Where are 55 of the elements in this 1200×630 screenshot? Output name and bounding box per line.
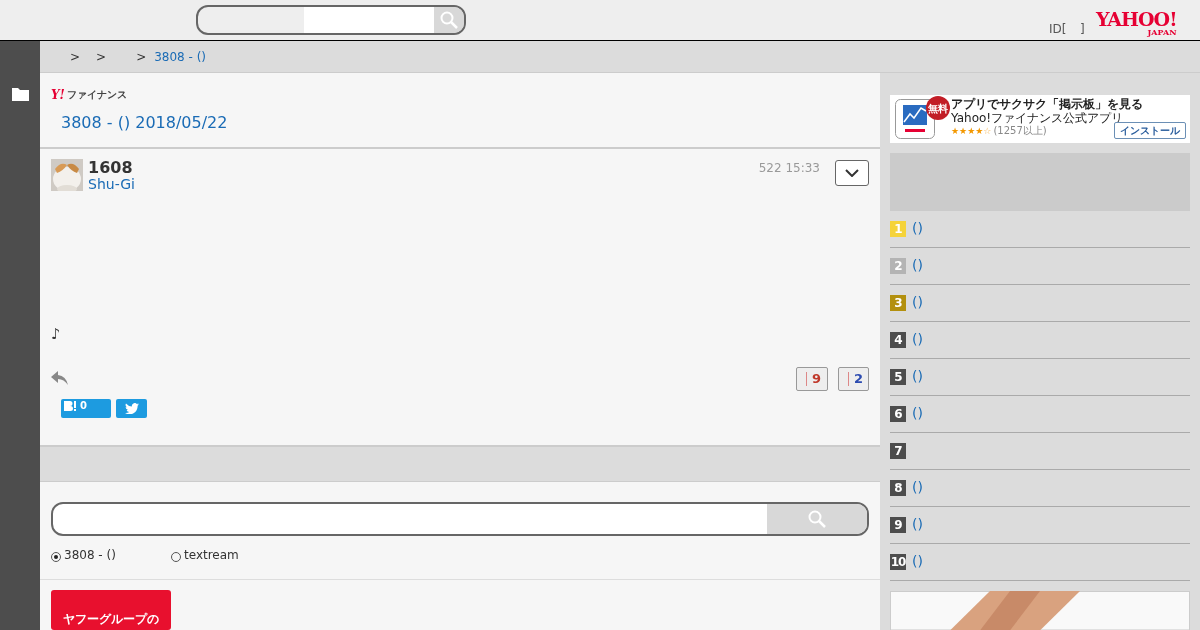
ranking-link[interactable]: () bbox=[912, 551, 923, 573]
star-rating: ★★★★☆ bbox=[951, 127, 992, 137]
post-body: ♪ bbox=[51, 323, 62, 343]
page-title: 3808 - () 2018/05/22 bbox=[61, 112, 229, 134]
rank-badge: 2 bbox=[890, 257, 906, 274]
search-field[interactable] bbox=[196, 5, 466, 35]
search-icon bbox=[808, 510, 826, 528]
search-icon bbox=[440, 11, 458, 29]
ranking-link[interactable]: () bbox=[912, 329, 923, 351]
app-banner[interactable]: ヤフーグループの bbox=[51, 590, 171, 630]
dislike-button[interactable]: 2 bbox=[838, 366, 869, 391]
search-scope-radio[interactable]: textream bbox=[171, 546, 239, 564]
ranking-link[interactable]: () bbox=[912, 514, 923, 536]
post-time: 522 15:33 bbox=[758, 160, 820, 178]
twitter-button[interactable] bbox=[116, 398, 147, 418]
folder-icon[interactable] bbox=[11, 87, 29, 101]
rank-badge: 5 bbox=[890, 368, 906, 385]
rank-badge: 10 bbox=[890, 553, 906, 570]
post-number: 1608 bbox=[88, 158, 134, 178]
login-link[interactable]: ID[ bbox=[1049, 20, 1067, 38]
breadcrumb-separator: > bbox=[136, 48, 147, 66]
finance-logo-text: ファイナンス bbox=[66, 88, 127, 102]
board-search-field[interactable] bbox=[51, 502, 869, 536]
ranking-link[interactable]: () bbox=[912, 403, 923, 425]
rank-badge: 6 bbox=[890, 405, 906, 422]
review-count: (1257以上) bbox=[993, 125, 1047, 138]
rank-badge: 9 bbox=[890, 516, 906, 533]
yahoo-logo[interactable]: YAHOO! JAPAN bbox=[1096, 10, 1177, 36]
rank-badge: 4 bbox=[890, 331, 906, 348]
menu-dropdown-button[interactable] bbox=[835, 160, 869, 187]
login-link-tail: ] bbox=[1080, 21, 1085, 38]
rank-badge: 3 bbox=[890, 294, 906, 311]
breadcrumb-separator: > bbox=[70, 48, 81, 66]
search-button[interactable] bbox=[434, 7, 464, 33]
ranking-link[interactable]: () bbox=[912, 477, 923, 499]
hatena-bookmark-button[interactable]: 0 bbox=[61, 398, 111, 418]
breadcrumb-link[interactable]: 3808 - () bbox=[154, 47, 207, 66]
ranking-link[interactable]: () bbox=[912, 292, 923, 314]
ranking-link[interactable]: () bbox=[912, 255, 923, 277]
like-button[interactable]: 9 bbox=[796, 366, 828, 391]
yahoo-mark: Y! bbox=[51, 88, 65, 101]
install-button[interactable]: インストール bbox=[1114, 122, 1186, 140]
rank-badge: 1 bbox=[890, 220, 906, 237]
bird-icon bbox=[124, 402, 139, 414]
rank-badge: 8 bbox=[890, 479, 906, 496]
hatena-logo-icon bbox=[63, 399, 77, 412]
chevron-down-icon bbox=[845, 169, 859, 178]
search-scope-radio[interactable]: 3808 - () bbox=[51, 546, 171, 564]
breadcrumb-separator: > bbox=[96, 48, 107, 66]
ranking-link[interactable]: () bbox=[912, 366, 923, 388]
free-badge: 無料 bbox=[926, 96, 950, 120]
ranking-link[interactable]: () bbox=[912, 218, 923, 240]
ad-title: アプリでサクサク「掲示板」を見る bbox=[951, 97, 1143, 112]
rank-badge: 7 bbox=[890, 442, 906, 459]
author-link[interactable]: Shu-Gi bbox=[88, 176, 135, 194]
